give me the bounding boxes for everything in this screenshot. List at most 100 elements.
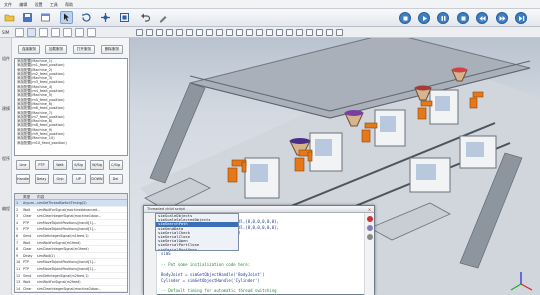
row-index: 14: [16, 286, 21, 291]
view-icon-20[interactable]: [326, 29, 333, 36]
table-row[interactable]: 14 Clear simClearIntegerSignal(machine2doo…: [15, 286, 127, 292]
block-handle[interactable]: Handle: [16, 174, 30, 184]
view-icon-8[interactable]: [206, 29, 213, 36]
block-del[interactable]: Del: [108, 174, 123, 184]
view-icon-1[interactable]: [136, 29, 143, 36]
table-row[interactable]: 1 Argum... simSetThreadSwitchTiming(2): [15, 200, 127, 207]
table-row[interactable]: 3 Clear simClearIntegerSignal(machine1door…: [15, 213, 127, 220]
row-content: simClearIntegerSignal(machine2door...: [37, 286, 102, 291]
menu-item-help[interactable]: 帮助: [65, 2, 73, 7]
block-grip[interactable]: Grip: [53, 174, 67, 184]
table-row[interactable]: 11 PTP simMoveToJointPositions(jhandl[1]..…: [15, 266, 127, 273]
rewind-icon[interactable]: [476, 12, 488, 24]
redo-icon[interactable]: [157, 11, 170, 24]
grid-icon[interactable]: [63, 28, 72, 37]
pan-icon[interactable]: [99, 11, 112, 24]
menu-item-settings[interactable]: 设置: [35, 2, 43, 7]
block-delay[interactable]: Delay: [34, 174, 49, 184]
block-c-sig[interactable]: C/Sig: [108, 160, 123, 170]
block-ptp[interactable]: PTP: [34, 160, 49, 170]
autocomplete-item[interactable]: simSerialPortOpen: [156, 247, 238, 250]
row-type: Wait: [23, 280, 31, 285]
view-icon-12[interactable]: [246, 29, 253, 36]
connect-service-button[interactable]: 连接服务: [18, 45, 40, 54]
zoom-fit-icon[interactable]: [118, 11, 131, 24]
view-icon-18[interactable]: [306, 29, 313, 36]
view-icon-13[interactable]: [256, 29, 263, 36]
row-content: simClearIntegerSignal(m1feed): [37, 247, 89, 252]
block-w-sig[interactable]: W/Sig: [90, 160, 104, 170]
table-row[interactable]: 10 PTP simMoveToJointPositions(jhandl[1]..…: [15, 259, 127, 266]
table-row[interactable]: 8 Clear simClearIntegerSignal(m1feed): [15, 246, 127, 253]
table-row[interactable]: 13 Wait simWaitForSignal(m2feed): [15, 279, 127, 286]
stop-icon[interactable]: [367, 216, 373, 222]
view-icon-14[interactable]: [266, 29, 273, 36]
log-list[interactable]: 添加配置(Machine_1) 添加配置(m1_feed_position) 添加配…: [14, 58, 128, 156]
block-wait[interactable]: Wait: [53, 160, 67, 170]
close-icon[interactable]: ×: [367, 207, 372, 212]
view-icon-19[interactable]: [316, 29, 323, 36]
table-row[interactable]: 9 Delay simWait(2): [15, 253, 127, 260]
vtab-modeling[interactable]: 建模: [0, 106, 12, 111]
undo-icon[interactable]: [139, 11, 152, 24]
view-icon-6[interactable]: [186, 29, 193, 36]
view-icon-4[interactable]: [166, 29, 173, 36]
view-icon-11[interactable]: [236, 29, 243, 36]
view-icon-7[interactable]: [196, 29, 203, 36]
table-row[interactable]: 15PTPsimMoveToJointPositions(jhandl[1]..…: [15, 292, 127, 293]
move-mode-icon[interactable]: [39, 28, 48, 37]
block-s-sig[interactable]: S/Sig: [71, 160, 86, 170]
pause-icon[interactable]: [437, 12, 449, 24]
vtab-components[interactable]: 组件: [0, 56, 12, 61]
view-icon-2[interactable]: [146, 29, 153, 36]
block-line[interactable]: Line: [16, 160, 30, 170]
view-icon-21[interactable]: [336, 29, 343, 36]
table-row[interactable]: 2 Wait simWaitForSignal(machineAdvanced...: [15, 207, 127, 214]
menu-item-edit[interactable]: 编辑: [19, 2, 27, 7]
view-icon-3[interactable]: [156, 29, 163, 36]
cursor-icon[interactable]: [60, 11, 73, 24]
table-row[interactable]: 6 Send simSetIntegerSignal(m1feed,1): [15, 233, 127, 240]
select-mode-icon[interactable]: [27, 28, 36, 37]
block-down[interactable]: DOWN: [90, 174, 104, 184]
menu-item-tools[interactable]: 工具: [50, 2, 58, 7]
table-row[interactable]: 7 Wait simWaitForSignal(m1feed): [15, 240, 127, 247]
vtab-program[interactable]: 程序: [0, 156, 12, 161]
stop-icon[interactable]: [457, 12, 469, 24]
play-icon[interactable]: [418, 12, 430, 24]
search-icon[interactable]: [367, 234, 373, 240]
menu-item-file[interactable]: 文件: [4, 2, 12, 7]
function-icon[interactable]: [367, 225, 373, 231]
rotate-mode-icon[interactable]: [51, 28, 60, 37]
delete-service-button[interactable]: 删除服务: [101, 45, 123, 54]
forward-icon[interactable]: [496, 12, 508, 24]
row-index: 7: [16, 240, 19, 245]
table-row[interactable]: 12 Send simSetIntegerSignal(m2feed,1): [15, 273, 127, 280]
new-icon[interactable]: [15, 28, 24, 37]
block-up[interactable]: UP: [71, 174, 86, 184]
col-header-type[interactable]: 类型: [23, 194, 37, 199]
autocomplete-popup[interactable]: simScaleObjects simScaleSelectedObjects si…: [155, 213, 239, 251]
view-icon-5[interactable]: [176, 29, 183, 36]
end-icon[interactable]: [515, 12, 527, 24]
open-service-button[interactable]: 打开服务: [73, 45, 95, 54]
view-icon-9[interactable]: [216, 29, 223, 36]
col-header-content[interactable]: 内容: [37, 194, 127, 199]
table-row[interactable]: 4 PTP simMoveToJointPositions(jhandl[1]...: [15, 220, 127, 227]
window-icon[interactable]: [39, 11, 52, 24]
view-icon-15[interactable]: [276, 29, 283, 36]
view-icon-16[interactable]: [286, 29, 293, 36]
view-icon-10[interactable]: [226, 29, 233, 36]
code-line: -- Default timing for automatic thread s…: [161, 288, 277, 294]
snap-icon[interactable]: [75, 28, 84, 37]
load-service-button[interactable]: 加载服务: [45, 45, 67, 54]
folder-icon[interactable]: [3, 11, 16, 24]
vtab-coding[interactable]: 编程: [0, 206, 12, 211]
rotate-icon[interactable]: [80, 11, 93, 24]
row-index: 9: [16, 253, 19, 258]
settings-icon[interactable]: [87, 28, 96, 37]
view-icon-17[interactable]: [296, 29, 303, 36]
save-icon[interactable]: [21, 11, 34, 24]
record-icon[interactable]: [399, 12, 411, 24]
table-row[interactable]: 5 PTP simMoveToJointPositions(jhandl[1]...: [15, 226, 127, 233]
